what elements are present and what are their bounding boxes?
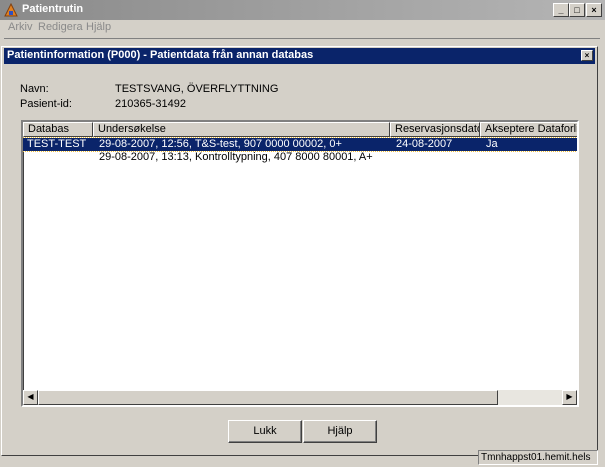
app-title-bar: Patientrutin _ □ × [0,0,605,20]
name-label: Navn: [20,83,49,95]
scroll-left-icon[interactable]: ◀ [23,390,38,405]
horizontal-scrollbar[interactable]: ◀ ▶ [23,390,577,405]
cell-akseptere: Ja [486,138,498,150]
maximize-button[interactable]: □ [569,3,585,17]
menu-redigera[interactable]: Redigera [38,21,83,33]
scroll-right-icon[interactable]: ▶ [562,390,577,405]
column-header-undersokelse[interactable]: Undersøkelse [93,122,390,137]
cell-databas: TEST-TEST [27,138,87,150]
cell-undersokelse: 29-08-2007, 12:56, T&S-test, 907 0000 00… [99,138,342,150]
toolbar-strip [4,38,600,46]
patient-info-dialog: Patientinformation (P000) - Patientdata … [1,46,598,456]
column-header-reservasjonsdato[interactable]: Reservasjonsdato [390,122,480,137]
app-title: Patientrutin [22,3,84,15]
column-header-databas[interactable]: Databas [23,122,93,137]
patient-id-label: Pasient-id: [20,98,72,110]
cell-reservasjonsdato: 24-08-2007 [396,138,453,150]
list-header: Databas Undersøkelse Reservasjonsdato Ak… [23,122,577,137]
status-server: Tmnhappst01.hemit.hels [478,450,598,465]
cell-undersokelse: 29-08-2007, 13:13, Kontrolltypning, 407 … [99,151,373,163]
app-logo-icon [4,3,18,17]
name-value: TESTSVANG, ÖVERFLYTTNING [115,83,279,95]
menu-arkiv[interactable]: Arkiv [8,21,32,33]
minimize-button[interactable]: _ [553,3,569,17]
close-window-button[interactable]: × [586,3,602,17]
dialog-title-bar: Patientinformation (P000) - Patientdata … [4,48,595,64]
table-row[interactable]: TEST-TEST 29-08-2007, 12:56, T&S-test, 9… [23,137,577,152]
menu-bar: Arkiv Redigera Hjälp [0,20,605,36]
table-row[interactable]: 29-08-2007, 13:13, Kontrolltypning, 407 … [23,151,577,164]
menu-hjalp[interactable]: Hjälp [86,21,111,33]
column-header-akseptere[interactable]: Akseptere Dataforlik [480,122,577,137]
dialog-close-button[interactable]: × [581,50,593,61]
help-button[interactable]: Hjälp [303,420,377,443]
dialog-title: Patientinformation (P000) - Patientdata … [7,49,314,61]
close-button[interactable]: Lukk [228,420,302,443]
scroll-thumb[interactable] [38,390,498,405]
patient-id-value: 210365-31492 [115,98,186,110]
database-list[interactable]: Databas Undersøkelse Reservasjonsdato Ak… [21,120,579,407]
